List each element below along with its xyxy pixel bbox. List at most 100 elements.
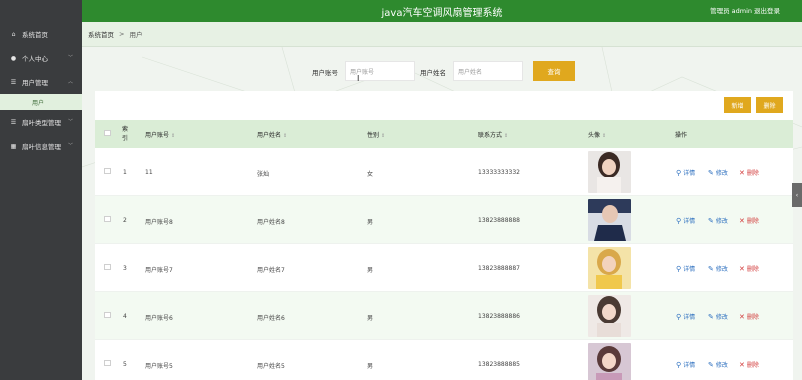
list-icon: ☰	[10, 78, 17, 86]
delete-label: 删除	[746, 218, 759, 225]
header-gender[interactable]: 性别 ⇕	[367, 130, 385, 139]
app-title: java汽车空调风扇管理系统	[381, 8, 503, 19]
row-checkbox[interactable]	[104, 264, 111, 270]
table-header: 索引 用户账号 ⇕ 用户姓名 ⇕ 性别 ⇕ 联系方式 ⇕ 头像 ⇕ 操作	[95, 120, 793, 148]
cell-index: 4	[123, 313, 127, 320]
search-icon: ⚲	[676, 360, 682, 369]
delete-label: 删除	[746, 314, 759, 321]
table-row: 1 11 张灿 女 13333333332 ⚲ 详情 ✎ 修改 ✕ 删除	[95, 148, 793, 196]
search-icon: ⚲	[676, 312, 682, 321]
table-row: 2 用户账号8 用户姓名8 男 13823888888 ⚲ 详情 ✎ 修改 ✕ 删除	[95, 196, 793, 244]
view-button[interactable]: ⚲ 详情	[676, 264, 696, 274]
edit-button[interactable]: ✎ 修改	[708, 360, 728, 370]
row-delete-button[interactable]: ✕ 删除	[739, 168, 759, 178]
cell-name: 用户姓名8	[257, 219, 285, 226]
cell-phone: 13823888885	[478, 361, 520, 368]
chevron-down-icon: ﹀	[67, 143, 73, 149]
close-icon: ✕	[739, 168, 745, 177]
search-icon: ⚲	[676, 264, 682, 273]
view-label: 详情	[683, 266, 696, 273]
sidebar-item-profile[interactable]: ● 个人中心 ﹀	[0, 46, 82, 70]
sidebar-subitem-user[interactable]: 用户	[0, 94, 82, 110]
table-row: 3 用户账号7 用户姓名7 男 13823888887 ⚲ 详情 ✎ 修改 ✕ 删除	[95, 244, 793, 292]
avatar	[588, 151, 631, 193]
edit-button[interactable]: ✎ 修改	[708, 216, 728, 226]
cell-gender: 男	[367, 219, 374, 226]
edit-label: 修改	[715, 362, 728, 369]
chevron-down-icon: ﹀	[67, 55, 73, 61]
breadcrumb-home[interactable]: 系统首页	[88, 29, 114, 39]
cell-phone: 13823888887	[478, 265, 520, 272]
avatar	[588, 199, 631, 241]
select-all-checkbox[interactable]	[104, 130, 111, 136]
header-index: 索引	[122, 126, 129, 142]
table-row: 5 用户账号5 用户姓名5 男 13823888885 ⚲ 详情 ✎ 修改 ✕ 删除	[95, 340, 793, 380]
header-account-label: 用户账号	[145, 132, 170, 139]
search-button[interactable]: 查询	[533, 61, 575, 81]
sort-icon: ⇕	[602, 133, 607, 139]
sidebar-item-label: 扇叶类型管理	[22, 119, 61, 127]
pencil-icon: ✎	[708, 312, 714, 321]
sidebar-subitem-label: 用户	[32, 99, 45, 107]
delete-label: 删除	[746, 362, 759, 369]
avatar	[588, 343, 631, 380]
cell-account: 用户账号6	[145, 315, 173, 322]
edit-label: 修改	[715, 314, 728, 321]
logout-link[interactable]: 退出登录	[754, 5, 780, 15]
header-name-label: 用户姓名	[257, 132, 282, 139]
breadcrumb-separator: >	[119, 30, 125, 38]
sidebar-item-fan-info[interactable]: ▦ 扇叶信息管理 ﹀	[0, 134, 82, 158]
cell-gender: 男	[367, 267, 374, 274]
row-delete-button[interactable]: ✕ 删除	[739, 360, 759, 370]
side-drawer-tab[interactable]: ‹	[792, 183, 802, 207]
close-icon: ✕	[739, 264, 745, 273]
top-header: java汽车空调风扇管理系统 管理员 admin 退出登录	[82, 0, 802, 22]
pencil-icon: ✎	[708, 216, 714, 225]
chevron-up-icon: ︿	[67, 79, 73, 85]
avatar	[588, 295, 631, 337]
delete-button[interactable]: 删除	[756, 97, 783, 113]
header-phone[interactable]: 联系方式 ⇕	[478, 130, 508, 139]
sidebar-item-user-mgmt[interactable]: ☰ 用户管理 ︿	[0, 70, 82, 94]
row-checkbox[interactable]	[104, 168, 111, 174]
sidebar-header	[0, 0, 82, 22]
cell-index: 3	[123, 265, 127, 272]
row-checkbox[interactable]	[104, 216, 111, 222]
cell-index: 1	[123, 169, 127, 176]
sort-icon: ⇕	[504, 133, 509, 139]
sidebar-item-home[interactable]: ⌂ 系统首页	[0, 22, 82, 46]
text-cursor-icon: I	[357, 74, 360, 83]
cell-name: 用户姓名7	[257, 267, 285, 274]
header-account[interactable]: 用户账号 ⇕	[145, 130, 175, 139]
row-delete-button[interactable]: ✕ 删除	[739, 216, 759, 226]
table-row: 4 用户账号6 用户姓名6 男 13823888886 ⚲ 详情 ✎ 修改 ✕ 删除	[95, 292, 793, 340]
cell-phone: 13333333332	[478, 169, 520, 176]
search-name-input[interactable]: 用户姓名	[453, 61, 523, 81]
row-delete-button[interactable]: ✕ 删除	[739, 312, 759, 322]
view-button[interactable]: ⚲ 详情	[676, 168, 695, 178]
admin-label: 管理员 admin	[710, 7, 752, 15]
sidebar-item-label: 个人中心	[22, 55, 48, 63]
user-icon: ●	[10, 54, 17, 62]
sidebar-item-label: 系统首页	[22, 31, 48, 39]
sort-icon: ⇕	[381, 133, 386, 139]
sort-icon: ⇕	[283, 133, 288, 139]
header-avatar[interactable]: 头像 ⇕	[588, 130, 606, 139]
view-button[interactable]: ⚲ 详情	[676, 312, 695, 322]
edit-button[interactable]: ✎ 修改	[708, 264, 728, 274]
close-icon: ✕	[739, 360, 745, 369]
view-label: 详情	[683, 218, 696, 225]
row-checkbox[interactable]	[104, 312, 111, 318]
edit-button[interactable]: ✎ 修改	[708, 312, 728, 322]
row-delete-button[interactable]: ✕ 删除	[739, 264, 759, 274]
sidebar-item-fan-type[interactable]: ☰ 扇叶类型管理 ﹀	[0, 110, 82, 134]
view-button[interactable]: ⚲ 详情	[676, 216, 696, 226]
delete-label: 删除	[746, 266, 759, 273]
edit-button[interactable]: ✎ 修改	[708, 168, 728, 178]
row-checkbox[interactable]	[104, 360, 111, 366]
add-button[interactable]: 新增	[724, 97, 751, 113]
view-button[interactable]: ⚲ 详情	[676, 360, 695, 370]
search-name-label: 用户姓名	[420, 69, 446, 77]
header-name[interactable]: 用户姓名 ⇕	[257, 130, 287, 139]
search-account-input[interactable]: 用户账号	[345, 61, 415, 81]
